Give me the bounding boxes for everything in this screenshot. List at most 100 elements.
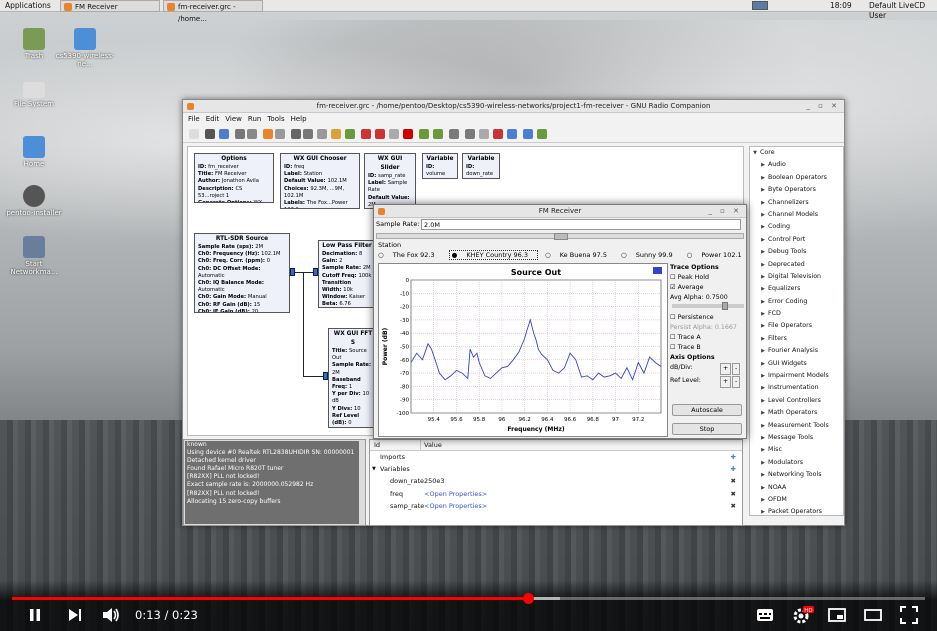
- tree-item[interactable]: ▶ OFDM: [750, 494, 843, 506]
- tree-item[interactable]: ▶ Fourier Analysis: [750, 345, 843, 357]
- station-radio[interactable]: ○ Power 102.1: [687, 251, 749, 259]
- video-progress-bar[interactable]: [12, 593, 925, 604]
- menu-view[interactable]: View: [225, 115, 242, 123]
- decrease-button[interactable]: -: [732, 363, 741, 375]
- tree-item[interactable]: ▶ Math Operators: [750, 407, 843, 419]
- toolbar-button-icon[interactable]: [523, 129, 533, 139]
- toolbar-button-icon[interactable]: [263, 129, 273, 139]
- port-lpf-in[interactable]: [313, 268, 318, 276]
- tree-item[interactable]: ▶ File Operators: [750, 320, 843, 332]
- variable-row[interactable]: freq <Open Properties> ✖: [370, 488, 742, 500]
- progress-scrubber[interactable]: [522, 593, 534, 604]
- tree-item[interactable]: ▶ Instrumentation: [750, 382, 843, 394]
- block-options[interactable]: Options ID: fm_receiver Title: FM Receiver…: [194, 153, 274, 203]
- menu-file[interactable]: File: [188, 115, 200, 123]
- trace-b-checkbox[interactable]: ☐ Trace B: [670, 343, 746, 353]
- toolbar-button-icon[interactable]: [493, 129, 503, 139]
- taskbar-fm-receiver[interactable]: FM Receiver: [60, 0, 160, 12]
- variable-row[interactable]: down_rate 250e3 ✖: [370, 475, 742, 487]
- tree-item[interactable]: ▶ Error Coding: [750, 296, 843, 308]
- toolbar-button-icon[interactable]: [361, 129, 371, 139]
- window-controls[interactable]: _ ▫ ✕: [708, 205, 742, 218]
- toolbar-button-icon[interactable]: [375, 129, 385, 139]
- toolbar-button-icon[interactable]: [303, 129, 313, 139]
- toolbar-button-icon[interactable]: [403, 129, 413, 139]
- tree-item[interactable]: ▶ Filters: [750, 333, 843, 345]
- delete-icon[interactable]: ✖: [731, 488, 736, 500]
- toolbar-button-icon[interactable]: [479, 129, 489, 139]
- tree-root-core[interactable]: ▼ Core: [750, 147, 843, 159]
- tree-item[interactable]: ▶ Impairment Models: [750, 370, 843, 382]
- toolbar-button-icon[interactable]: [317, 129, 327, 139]
- toolbar-button-icon[interactable]: [219, 129, 229, 139]
- tree-item[interactable]: ▶ Misc: [750, 444, 843, 456]
- toolbar-button-icon[interactable]: [507, 129, 517, 139]
- toolbar-button-icon[interactable]: [189, 129, 199, 139]
- desktop-icon-installer[interactable]: pentoo-installer: [4, 185, 64, 217]
- persistence-checkbox[interactable]: ☐ Persistence: [670, 313, 746, 323]
- tree-item[interactable]: ▶ Byte Operators: [750, 184, 843, 196]
- add-icon[interactable]: ✚: [731, 451, 736, 463]
- tree-item[interactable]: ▶ FCD: [750, 308, 843, 320]
- menu-run[interactable]: Run: [248, 115, 261, 123]
- toolbar-button-icon[interactable]: [247, 129, 257, 139]
- block-low-pass-filter[interactable]: Low Pass Filter Decimation: 8 Gain: 2 Sampl…: [318, 240, 376, 308]
- port-fft-in[interactable]: [323, 372, 328, 380]
- delete-icon[interactable]: ✖: [731, 500, 736, 512]
- tree-item[interactable]: ▶ GUI Widgets: [750, 358, 843, 370]
- slider-handle[interactable]: [722, 302, 728, 310]
- block-wx-gui-slider[interactable]: WX GUI Slider ID: samp_rate Label: Sample …: [364, 153, 416, 209]
- block-wx-gui-chooser[interactable]: WX GUI Chooser ID: freq Label: Station Defa…: [280, 153, 360, 209]
- peak-hold-checkbox[interactable]: ☐ Peak Hold: [670, 273, 746, 283]
- user-menu[interactable]: Default LiveCD User: [866, 1, 937, 20]
- desktop-icon-folder[interactable]: cs5390-wireless-ne...: [55, 28, 115, 68]
- toolbar-button-icon[interactable]: [291, 129, 301, 139]
- fullscreen-icon[interactable]: [900, 606, 918, 624]
- tree-item[interactable]: ▶ Debug Tools: [750, 246, 843, 258]
- tree-item[interactable]: ▶ Control Port: [750, 234, 843, 246]
- next-icon[interactable]: [67, 607, 83, 623]
- menu-help[interactable]: Help: [291, 115, 307, 123]
- desktop-icon-home[interactable]: Home: [4, 136, 64, 168]
- fm-titlebar[interactable]: FM Receiver _ ▫ ✕: [374, 205, 746, 218]
- tree-item[interactable]: ▶ Audio: [750, 159, 843, 171]
- station-radio[interactable]: ● KHEY Country 96.3: [448, 250, 538, 260]
- toolbar-button-icon[interactable]: [419, 129, 429, 139]
- station-radio[interactable]: ○ Ke Buena 97.5: [545, 251, 614, 259]
- tree-item[interactable]: ▶ Equalizers: [750, 283, 843, 295]
- variables-row[interactable]: ▼ Variables ✚: [370, 463, 742, 475]
- tree-item[interactable]: ▶ Digital Television: [750, 271, 843, 283]
- trace-a-checkbox[interactable]: ☐ Trace A: [670, 333, 746, 343]
- volume-icon[interactable]: [101, 606, 121, 624]
- toolbar-button-icon[interactable]: [537, 129, 547, 139]
- station-radio[interactable]: ○ Sunny 99.9: [621, 251, 680, 259]
- toolbar-button-icon[interactable]: [275, 129, 285, 139]
- tree-item[interactable]: ▶ Level Controllers: [750, 395, 843, 407]
- toolbar-button-icon[interactable]: [433, 129, 443, 139]
- workspace-switcher-icon[interactable]: [752, 1, 768, 10]
- imports-row[interactable]: Imports ✚: [370, 451, 742, 463]
- variable-row[interactable]: samp_rate <Open Properties> ✖: [370, 500, 742, 512]
- tree-item[interactable]: ▶ Networking Tools: [750, 469, 843, 481]
- tree-item[interactable]: ▶ Coding: [750, 221, 843, 233]
- block-rtl-sdr-source[interactable]: RTL-SDR Source Sample Rate (sps): 2M Ch0: …: [194, 233, 290, 313]
- station-radio[interactable]: ○ The Fox 92.3: [378, 251, 442, 259]
- desktop-icon-network[interactable]: Start Networkma...: [4, 236, 64, 276]
- stop-button[interactable]: Stop: [672, 423, 742, 435]
- subtitles-icon[interactable]: [756, 608, 774, 622]
- toolbar-button-icon[interactable]: [389, 129, 399, 139]
- tree-item[interactable]: ▶ Deprecated: [750, 259, 843, 271]
- pause-icon[interactable]: [27, 607, 43, 623]
- miniplayer-icon[interactable]: [828, 608, 846, 622]
- delete-icon[interactable]: ✖: [731, 475, 736, 487]
- avg-alpha-slider[interactable]: [672, 302, 744, 310]
- tree-item[interactable]: ▶ Boolean Operators: [750, 172, 843, 184]
- desktop-icon-filesystem[interactable]: File System: [4, 82, 64, 108]
- theater-mode-icon[interactable]: [864, 608, 882, 622]
- average-checkbox[interactable]: ☑ Average: [670, 283, 746, 293]
- increase-button[interactable]: +: [720, 363, 732, 375]
- tree-item[interactable]: ▶ Channelizers: [750, 197, 843, 209]
- block-variable-volume[interactable]: Variable ID: volumeValue: 1: [422, 153, 458, 179]
- tree-item[interactable]: ▶ Packet Operators: [750, 506, 843, 515]
- toolbar-button-icon[interactable]: [345, 129, 355, 139]
